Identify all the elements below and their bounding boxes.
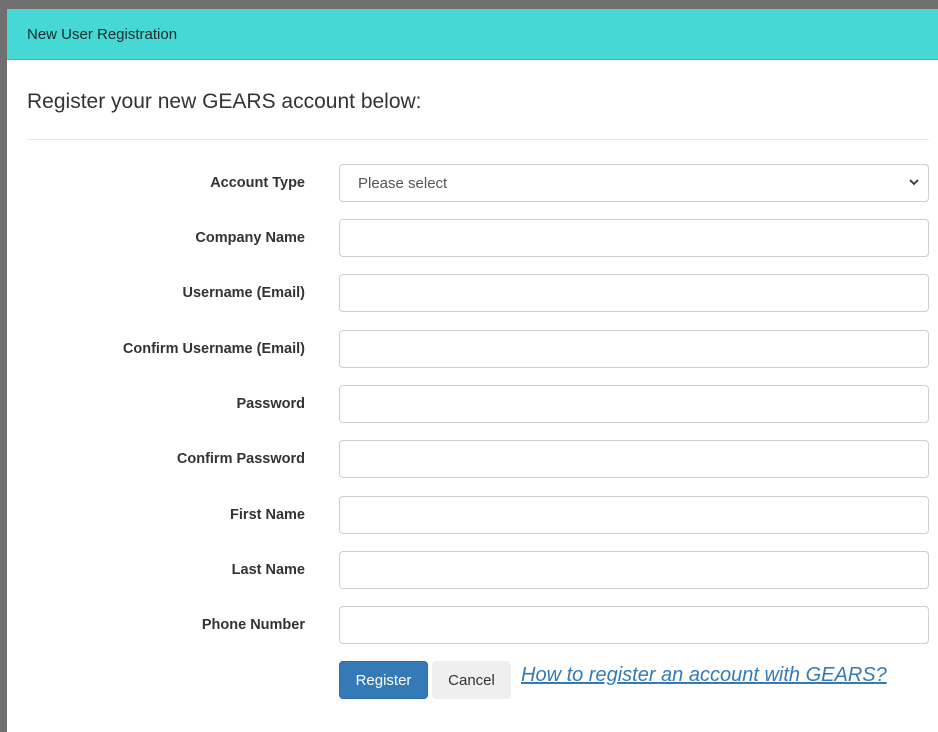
chevron-down-icon (908, 176, 920, 191)
phone-number-input[interactable] (339, 606, 929, 644)
phone-number-row: Phone Number (0, 606, 938, 644)
password-row: Password (0, 385, 938, 423)
last-name-label: Last Name (231, 562, 305, 578)
username-label: Username (Email) (182, 285, 306, 301)
company-name-label: Company Name (195, 230, 305, 246)
divider (27, 139, 929, 140)
account-type-row: Account Type Please select (0, 164, 938, 202)
phone-number-label: Phone Number (201, 617, 305, 633)
window-title-bar: New User Registration (7, 9, 938, 60)
username-row: Username (Email) (0, 274, 938, 312)
confirm-username-label: Confirm Username (Email) (122, 341, 305, 357)
window-title: New User Registration (27, 25, 178, 43)
account-type-label: Account Type (210, 175, 305, 191)
first-name-label: First Name (230, 507, 305, 523)
password-label: Password (236, 396, 306, 412)
last-name-input[interactable] (339, 551, 929, 589)
username-input[interactable] (339, 274, 929, 312)
company-name-input[interactable] (339, 219, 929, 257)
confirm-password-label: Confirm Password (176, 451, 305, 467)
last-name-row: Last Name (0, 551, 938, 589)
form-actions: Register Cancel How to register an accou… (339, 661, 887, 699)
account-type-selected-value: Please select (358, 174, 448, 192)
company-name-row: Company Name (0, 219, 938, 257)
confirm-password-input[interactable] (339, 440, 929, 478)
confirm-password-row: Confirm Password (0, 440, 938, 478)
first-name-input[interactable] (339, 496, 929, 534)
register-button[interactable]: Register (339, 661, 428, 699)
confirm-username-row: Confirm Username (Email) (0, 330, 938, 368)
page-heading: Register your new GEARS account below: (27, 90, 422, 113)
account-type-select[interactable]: Please select (339, 164, 929, 202)
cancel-button[interactable]: Cancel (432, 661, 511, 699)
help-link[interactable]: How to register an account with GEARS? (521, 664, 887, 687)
confirm-username-input[interactable] (339, 330, 929, 368)
first-name-row: First Name (0, 496, 938, 534)
password-input[interactable] (339, 385, 929, 423)
